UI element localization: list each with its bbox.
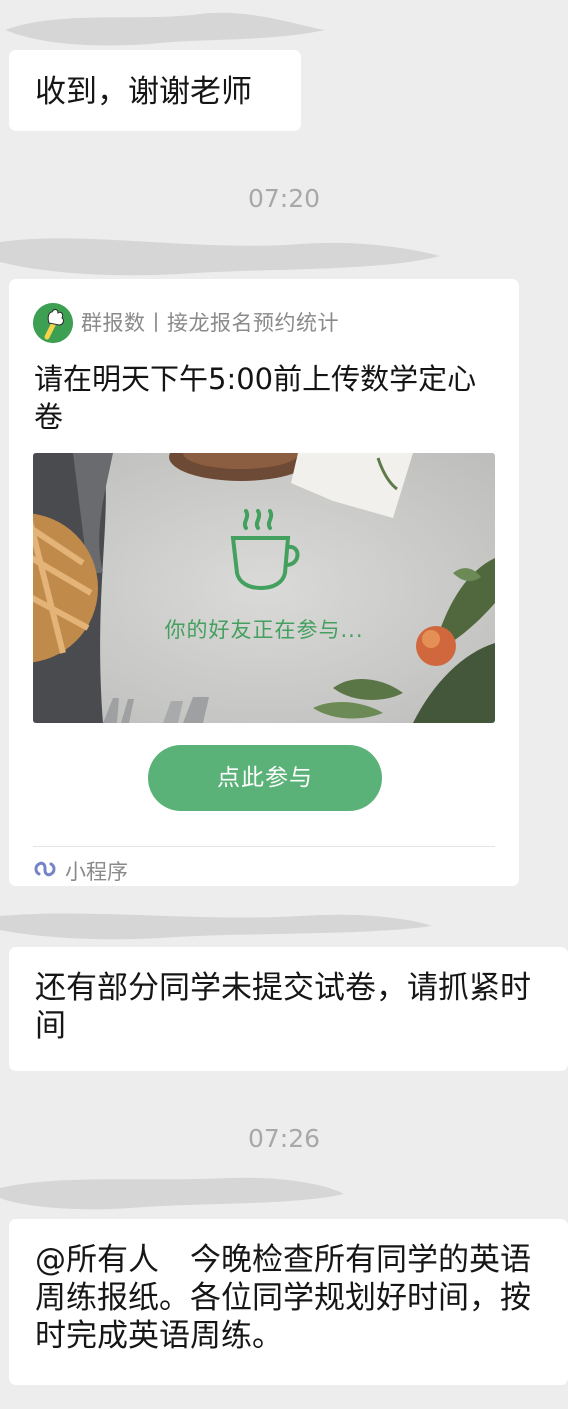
card-title: 请在明天下午5:00前上传数学定心卷 [34,362,477,434]
redacted-sender-name-3 [0,913,432,940]
cover-image: 你的好友正在参与... [33,453,495,723]
app-logo-icon [33,303,73,343]
chat-bubble[interactable]: 收到，谢谢老师 [9,50,301,131]
redacted-sender-name-4 [0,1177,344,1210]
card-footer: 小程序 [33,853,128,891]
join-button[interactable]: 点此参与 [148,745,382,811]
mini-program-icon [33,853,59,891]
redacted-sender-name-2 [0,238,440,276]
chat-bubble[interactable]: 还有部分同学未提交试卷，请抓紧时间 [9,947,568,1071]
card-divider [33,846,495,847]
mini-program-header: 群报数丨接龙报名预约统计 [33,303,339,343]
message-text: 收到，谢谢老师 [35,74,252,110]
app-name: 群报数丨接龙报名预约统计 [81,311,339,335]
timestamp: 07:26 [247,1124,321,1153]
mini-program-card[interactable]: 群报数丨接龙报名预约统计 请在明天下午5:00前上传数学定心卷 你的好友正在参与… [9,279,519,886]
footer-label: 小程序 [65,860,128,884]
image-caption: 你的好友正在参与... [164,618,364,642]
message-text: 还有部分同学未提交试卷，请抓紧时间 [35,970,531,1044]
redacted-sender-name-1 [5,12,325,46]
timestamp: 07:20 [247,184,321,213]
chat-bubble[interactable]: @所有人 今晚检查所有同学的英语周练报纸。各位同学规划好时间，按时完成英语周练。 [9,1219,568,1385]
message-text: @所有人 今晚检查所有同学的英语周练报纸。各位同学规划好时间，按时完成英语周练。 [35,1242,531,1354]
